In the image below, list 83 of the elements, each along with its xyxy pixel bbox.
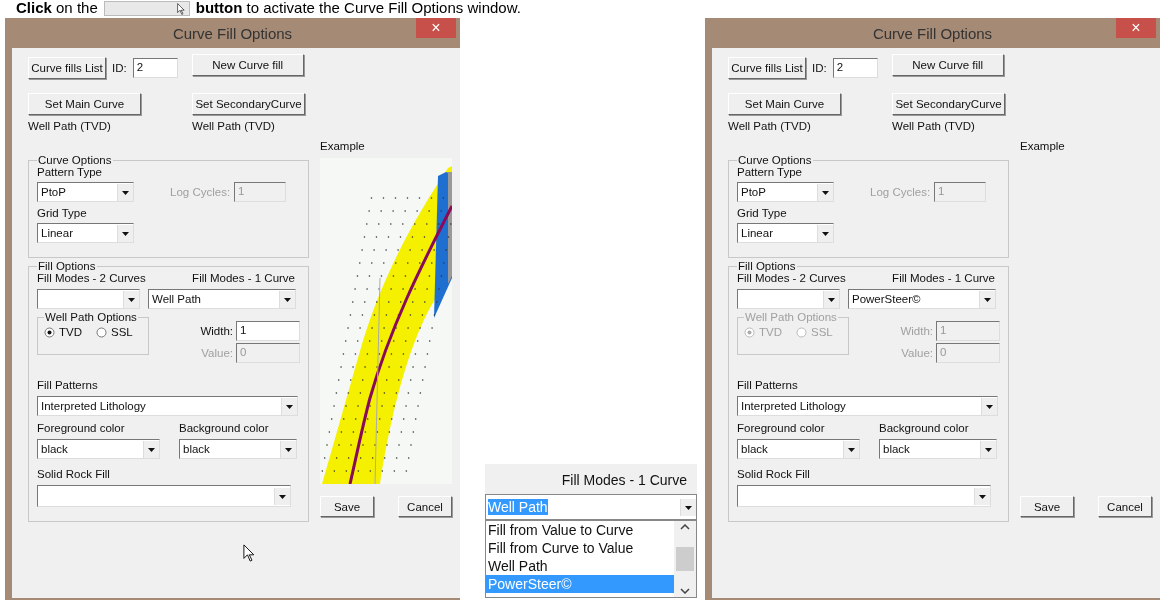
window-title: Curve Fill Options [172,24,293,42]
grid-type-dropdown[interactable]: Linear [737,223,834,243]
window-title: Curve Fill Options [872,24,993,42]
fill-modes-label: Fill Modes - 1 Curve [192,272,295,284]
close-button[interactable]: × [416,18,456,38]
scroll-up-icon[interactable] [680,524,690,530]
set-secondary-curve-button[interactable]: Set SecondaryCurve [192,93,305,115]
two-curve-mode-dropdown[interactable] [37,289,140,309]
group-title: Well Path Options [44,311,138,323]
foreground-color-label: Foreground color [37,422,126,434]
foreground-color-dropdown[interactable]: black [37,439,160,459]
width-field[interactable]: 1 [236,321,300,341]
set-main-curve-button[interactable]: Set Main Curve [28,93,141,115]
group-title: Well Path Options [744,311,838,323]
solid-rock-fill-dropdown[interactable] [37,485,291,507]
width-label: Width: [200,325,233,337]
cancel-button[interactable]: Cancel [1098,496,1152,517]
fill-modes-label: Fill Modes - 2 Curves [37,272,146,284]
pattern-type-dropdown[interactable]: PtoP [37,182,134,202]
instruction-text: Click on the [16,0,98,16]
solid-rock-fill-dropdown[interactable] [737,485,991,507]
fill-modes-label: Fill Modes - 2 Curves [737,272,846,284]
save-button[interactable]: Save [1020,496,1074,517]
scrollbar[interactable] [674,521,696,597]
one-curve-mode-dropdown[interactable]: Well Path [148,289,296,309]
background-color-label: Background color [879,422,970,434]
radio-option[interactable]: SSL [96,326,133,338]
cancel-button[interactable]: Cancel [398,496,452,517]
radio-button[interactable] [44,326,55,338]
secondary-curve-name: Well Path (TVD) [892,120,976,132]
value-label: Value: [201,347,233,359]
value-label: Value: [901,347,933,359]
background-color-label: Background color [179,422,270,434]
close-button[interactable]: × [1116,18,1156,38]
set-secondary-curve-button[interactable]: Set SecondaryCurve [892,93,1005,115]
group-title: Curve Options [37,154,113,166]
radio-button[interactable] [96,326,107,338]
fill-modes-label: Fill Modes - 1 Curve [561,472,687,488]
mouse-pointer-icon [176,2,185,15]
curve-fills-list-button[interactable]: Curve fills List [28,57,106,79]
foreground-color-label: Foreground color [737,422,826,434]
log-cycles-label: Log Cycles: [870,186,931,198]
log-cycles-label: Log Cycles: [170,186,231,198]
main-curve-name: Well Path (TVD) [728,120,811,132]
fill-patterns-dropdown[interactable]: Interpreted Lithology [37,396,298,416]
background-color-dropdown[interactable]: black [879,439,997,459]
pattern-type-label: Pattern Type [37,166,103,178]
id-field[interactable]: 2 [832,58,878,78]
mouse-pointer-icon [243,544,255,562]
id-field[interactable]: 2 [132,58,178,78]
example-label: Example [320,140,366,152]
width-label: Width: [900,325,933,337]
secondary-curve-name: Well Path (TVD) [192,120,276,132]
radio-option[interactable]: TVD [44,326,82,338]
fill-patterns-label: Fill Patterns [37,379,99,391]
group-title: Curve Options [737,154,813,166]
set-main-curve-button[interactable]: Set Main Curve [728,93,841,115]
id-label: ID: [112,62,127,74]
fill-patterns-dropdown[interactable]: Interpreted Lithology [737,396,998,416]
save-button[interactable]: Save [320,496,374,517]
group-title: Fill Options [737,260,797,272]
grid-type-label: Grid Type [737,207,788,219]
one-curve-mode-dropdown[interactable]: PowerSteer© [848,289,996,309]
solid-rock-fill-label: Solid Rock Fill [737,468,811,480]
pattern-type-dropdown[interactable]: PtoP [737,182,834,202]
new-curve-fill-button[interactable]: New Curve fill [191,54,304,76]
solid-rock-fill-label: Solid Rock Fill [37,468,111,480]
main-curve-name: Well Path (TVD) [28,120,111,132]
id-label: ID: [812,62,827,74]
scroll-down-icon[interactable] [680,588,690,594]
instruction-text: button to activate the Curve Fill Options window. [195,0,521,16]
fill-modes-label: Fill Modes - 1 Curve [892,272,995,284]
background-color-dropdown[interactable]: black [179,439,297,459]
example-label: Example [1020,140,1066,152]
grid-type-dropdown[interactable]: Linear [37,223,134,243]
foreground-color-dropdown[interactable]: black [737,439,860,459]
new-curve-fill-button[interactable]: New Curve fill [891,54,1004,76]
fill-patterns-label: Fill Patterns [737,379,799,391]
two-curve-mode-dropdown[interactable] [737,289,840,309]
group-title: Fill Options [37,260,97,272]
grid-type-label: Grid Type [37,207,88,219]
curve-fills-list-button[interactable]: Curve fills List [728,57,806,79]
pattern-type-label: Pattern Type [737,166,803,178]
